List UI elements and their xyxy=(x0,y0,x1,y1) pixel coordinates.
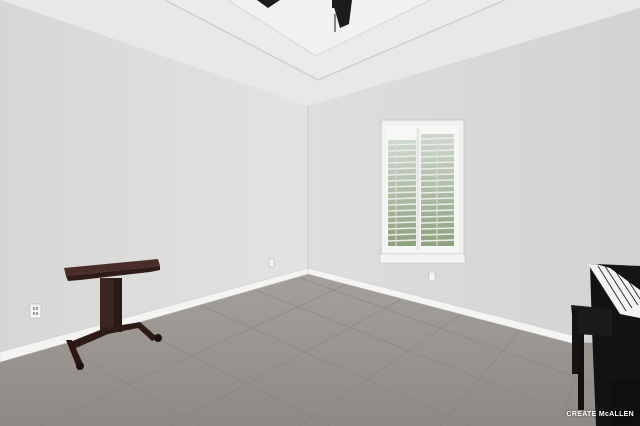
outlet-icon xyxy=(428,271,436,282)
outlet-icon xyxy=(268,258,275,268)
outlet-icon xyxy=(29,303,42,319)
window xyxy=(379,119,466,264)
room-scene xyxy=(0,0,640,426)
photo-watermark: CREATE McALLEN xyxy=(566,411,634,418)
